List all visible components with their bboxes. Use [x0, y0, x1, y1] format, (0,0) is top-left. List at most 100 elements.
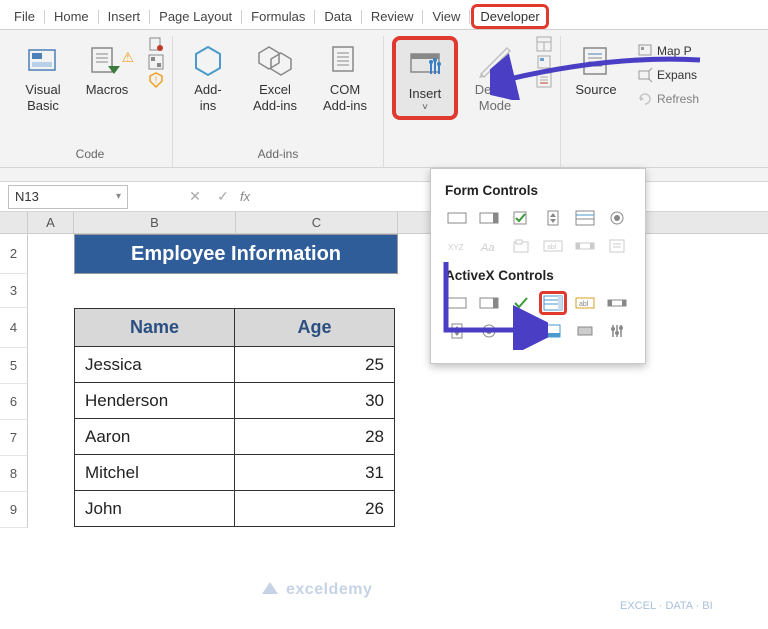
tab-view[interactable]: View [424, 5, 468, 28]
form-more-icon[interactable] [603, 234, 631, 258]
activex-scrollbar-icon[interactable] [603, 291, 631, 315]
form-checkbox-icon[interactable] [507, 206, 535, 230]
expansion-button[interactable]: Expans [633, 64, 703, 86]
activex-label-icon[interactable]: A [507, 319, 535, 343]
run-dialog-icon[interactable] [536, 72, 552, 88]
svg-text:XYZ: XYZ [448, 243, 464, 252]
view-code-icon[interactable] [536, 54, 552, 70]
cell-area[interactable]: Employee Information Name Age Jessica25 … [28, 234, 768, 528]
form-option-icon[interactable] [603, 206, 631, 230]
visual-basic-button[interactable]: Visual Basic [16, 36, 70, 113]
name-box-dropdown-icon[interactable]: ▾ [116, 191, 121, 202]
employee-table: Name Age Jessica25 Henderson30 Aaron28 M… [74, 308, 395, 527]
enter-formula-icon[interactable]: ✓ [212, 188, 234, 205]
map-properties-button[interactable]: Map P [633, 40, 703, 62]
insert-controls-label: Insert [409, 86, 442, 102]
activex-spin-icon[interactable] [443, 319, 471, 343]
table-header-name[interactable]: Name [75, 309, 235, 347]
name-box[interactable]: N13 ▾ [8, 185, 128, 209]
insert-controls-button[interactable]: Insert ˅ [392, 36, 458, 120]
form-scrollbar-icon[interactable] [571, 234, 599, 258]
insert-controls-icon [407, 44, 443, 86]
form-aa-icon[interactable]: Aa [475, 234, 503, 258]
refresh-icon [637, 91, 653, 107]
activex-image-icon[interactable] [539, 319, 567, 343]
visual-basic-icon [26, 40, 60, 82]
tab-developer[interactable]: Developer [471, 4, 548, 29]
row-header-4[interactable]: 4 [0, 308, 28, 348]
form-combo-icon[interactable] [475, 206, 503, 230]
table-row: John26 [75, 491, 395, 527]
activex-combo-icon[interactable] [475, 291, 503, 315]
form-groupbox-icon[interactable] [507, 234, 535, 258]
row-header-6[interactable]: 6 [0, 384, 28, 420]
row-header-5[interactable]: 5 [0, 348, 28, 384]
table-row: Jessica25 [75, 347, 395, 383]
form-textbox-icon[interactable]: abl [539, 234, 567, 258]
column-headers: A B C [0, 212, 768, 234]
com-addins-button[interactable]: COM Add-ins [315, 36, 375, 113]
group-addins-label: Add-ins [258, 143, 299, 167]
activex-button-icon[interactable] [443, 291, 471, 315]
com-addins-label: COM Add-ins [323, 82, 367, 113]
watermark-subtitle: EXCEL · DATA · BI [620, 600, 713, 612]
activex-checkbox-icon[interactable] [507, 291, 535, 315]
form-controls-header: Form Controls [445, 183, 631, 198]
code-small-buttons: ! [148, 36, 164, 88]
row-header-7[interactable]: 7 [0, 420, 28, 456]
tab-page-layout[interactable]: Page Layout [151, 5, 240, 28]
tab-data[interactable]: Data [316, 5, 359, 28]
row-header-3[interactable]: 3 [0, 274, 28, 308]
visual-basic-label: Visual Basic [25, 82, 60, 113]
row-header-9[interactable]: 9 [0, 492, 28, 528]
source-button[interactable]: Source [569, 36, 623, 98]
form-button-icon[interactable] [443, 206, 471, 230]
row-header-8[interactable]: 8 [0, 456, 28, 492]
activex-textbox-icon[interactable]: abl [571, 291, 599, 315]
group-addins: Add- ins Excel Add-ins COM Add-ins Add-i… [173, 36, 384, 167]
activex-more-icon[interactable] [603, 319, 631, 343]
refresh-button[interactable]: Refresh [633, 88, 703, 110]
design-mode-icon [477, 40, 513, 82]
tab-review[interactable]: Review [363, 5, 422, 28]
use-relative-icon[interactable] [148, 54, 164, 70]
tab-file[interactable]: File [6, 5, 43, 28]
col-header-b[interactable]: B [74, 212, 236, 233]
table-row: Mitchel31 [75, 455, 395, 491]
macro-security-icon[interactable]: ! [148, 72, 164, 88]
row-header-2[interactable]: 2 [0, 234, 28, 274]
tab-formulas[interactable]: Formulas [243, 5, 313, 28]
ribbon-tabs: File Home Insert Page Layout Formulas Da… [0, 0, 768, 30]
col-header-c[interactable]: C [236, 212, 398, 233]
col-header-a[interactable]: A [28, 212, 74, 233]
excel-addins-label: Excel Add-ins [253, 82, 297, 113]
svg-text:Aa: Aa [480, 242, 494, 253]
tab-insert[interactable]: Insert [100, 5, 149, 28]
tab-home[interactable]: Home [46, 5, 97, 28]
table-header-age[interactable]: Age [235, 309, 395, 347]
insert-controls-popup: Form Controls XYZ Aa abl ActiveX Control… [430, 168, 646, 364]
activex-listbox-icon[interactable] [539, 291, 567, 315]
fx-label[interactable]: fx [240, 189, 250, 204]
form-label-icon[interactable]: XYZ [443, 234, 471, 258]
activex-option-icon[interactable] [475, 319, 503, 343]
addins-button[interactable]: Add- ins [181, 36, 235, 113]
macros-warning-icon: ⚠ [121, 49, 134, 66]
macros-button[interactable]: Macros ⚠ [80, 36, 134, 98]
form-spin-icon[interactable] [539, 206, 567, 230]
design-mode-button[interactable]: Design Mode [468, 36, 522, 113]
select-all-corner[interactable] [0, 212, 28, 233]
cancel-formula-icon[interactable]: ✕ [184, 188, 206, 205]
svg-text:!: ! [155, 75, 158, 85]
row-headers: 2 3 4 5 6 7 8 9 [0, 234, 28, 528]
properties-icon[interactable] [536, 36, 552, 52]
record-macro-icon[interactable] [148, 36, 164, 52]
form-listbox-icon[interactable] [571, 206, 599, 230]
group-code: Visual Basic Macros ⚠ ! Code [8, 36, 173, 167]
macros-label: Macros [86, 82, 129, 98]
name-box-value: N13 [15, 189, 39, 204]
title-cell[interactable]: Employee Information [74, 234, 398, 274]
activex-toggle-icon[interactable] [571, 319, 599, 343]
watermark: exceldemy [260, 580, 372, 600]
excel-addins-button[interactable]: Excel Add-ins [245, 36, 305, 113]
